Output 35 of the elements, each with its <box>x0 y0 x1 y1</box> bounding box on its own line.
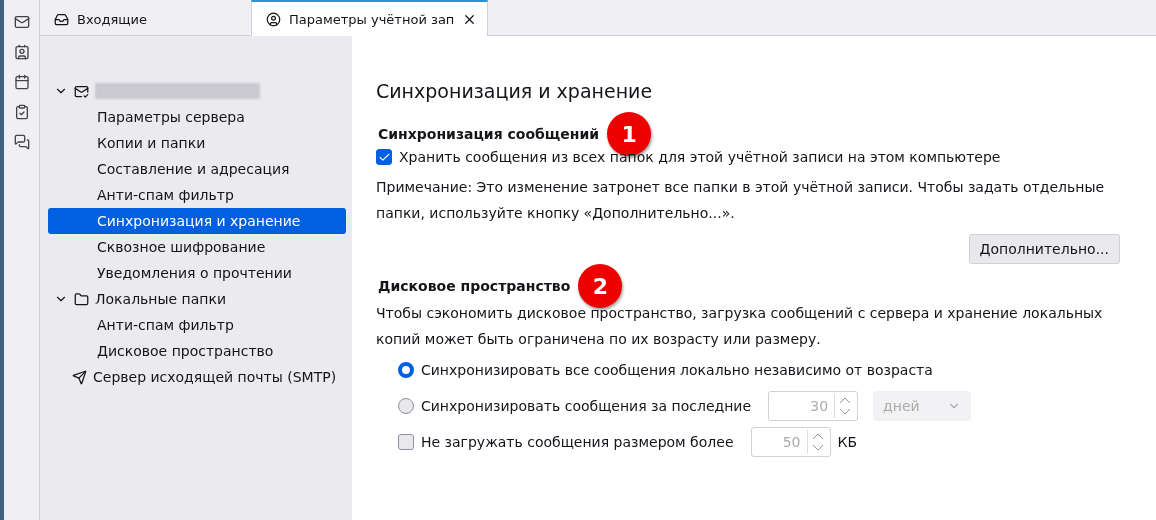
sidebar-item[interactable]: Сквозное шифрование <box>48 234 346 260</box>
option-label: Не загружать сообщения размером более <box>421 434 734 450</box>
sidebar-item[interactable]: Анти-спам фильтр <box>48 182 346 208</box>
sidebar-item[interactable]: Сервер исходящей почты (SMTP) <box>48 364 346 390</box>
section-heading: Синхронизация сообщений <box>377 126 600 142</box>
mail-icon[interactable] <box>13 14 30 30</box>
option-label: Синхронизировать все сообщения локально независимо от возраста <box>421 362 933 378</box>
sidebar-item[interactable]: Составление и адресация <box>48 156 346 182</box>
sidebar-item[interactable]: Локальные папки <box>48 286 346 312</box>
calendar-icon[interactable] <box>13 74 30 90</box>
unit-label: КБ <box>837 434 858 450</box>
tab[interactable]: Параметры учётной зап <box>251 0 489 36</box>
checkbox[interactable] <box>376 149 392 165</box>
mail-icon <box>74 83 89 99</box>
sidebar-item[interactable]: Анти-спам фильтр <box>48 312 346 338</box>
send-icon <box>72 369 87 385</box>
clipboard-icon[interactable] <box>13 104 30 120</box>
user-icon <box>266 11 281 27</box>
number-badge: 2 <box>578 264 623 308</box>
tab[interactable]: Входящие <box>40 2 251 36</box>
section-heading: Дисковое пространство <box>377 278 571 294</box>
page-title: Синхронизация и хранение <box>376 80 654 102</box>
sidebar-item[interactable]: Дисковое пространство <box>48 338 346 364</box>
sidebar-item[interactable]: Параметры сервера <box>48 104 346 130</box>
sidebar-item[interactable]: Копии и папки <box>48 130 346 156</box>
sidebar-item[interactable]: Синхронизация и хранение <box>48 208 346 234</box>
chat-icon[interactable] <box>13 134 30 150</box>
sidebar-item[interactable]: Уведомления о прочтении <box>48 260 346 286</box>
address-book-icon[interactable] <box>13 44 30 60</box>
note-text: Примечание: Это изменение затронет все папки в этой учётной записи. Чтобы задать отдельные папки, используйте кнопку «Дополнительно...». <box>376 178 1106 223</box>
advanced-button[interactable]: Дополнительно... <box>968 234 1120 264</box>
option-label: Синхронизировать сообщения за последние <box>421 398 752 414</box>
inbox-icon <box>54 11 69 27</box>
folder-icon <box>74 291 89 307</box>
radio-button[interactable] <box>398 362 414 378</box>
